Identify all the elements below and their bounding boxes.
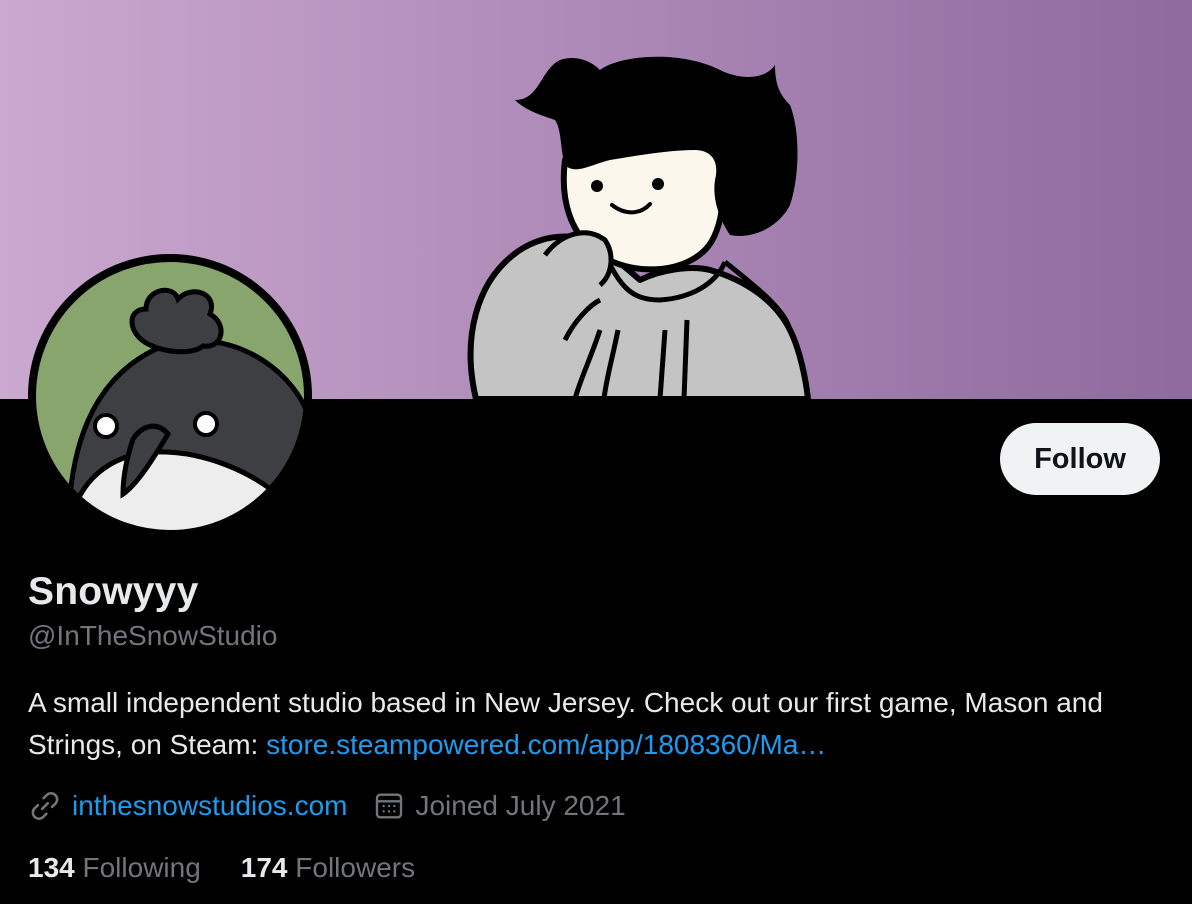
followers-label: Followers <box>295 852 416 883</box>
avatar-bird-illustration <box>30 256 310 536</box>
following-stat[interactable]: 134 Following <box>28 852 201 884</box>
following-label: Following <box>82 852 201 883</box>
profile-meta: inthesnowstudios.com Joined July 2021 <box>28 786 626 826</box>
profile-handle: @InTheSnowStudio <box>28 620 278 651</box>
profile-page: Follow Snowyyy @InTheSnowStudio A small … <box>0 0 1192 904</box>
following-count: 134 <box>28 852 75 883</box>
display-name: Snowyyy <box>28 570 199 613</box>
website-link[interactable]: inthesnowstudios.com <box>72 790 347 822</box>
calendar-icon <box>373 790 405 822</box>
link-icon <box>28 789 62 823</box>
profile-stats: 134 Following 174 Followers <box>28 848 415 888</box>
follow-button[interactable]: Follow <box>1000 423 1160 495</box>
followers-count: 174 <box>240 852 288 883</box>
avatar[interactable] <box>28 254 312 538</box>
joined-date: Joined July 2021 <box>415 790 626 821</box>
followers-stat[interactable]: 174 Followers <box>241 852 415 884</box>
bio-steam-link[interactable]: store.steampowered.com/app/1808360/Ma… <box>266 729 826 760</box>
profile-bio: A small independent studio based in New … <box>28 682 1158 766</box>
